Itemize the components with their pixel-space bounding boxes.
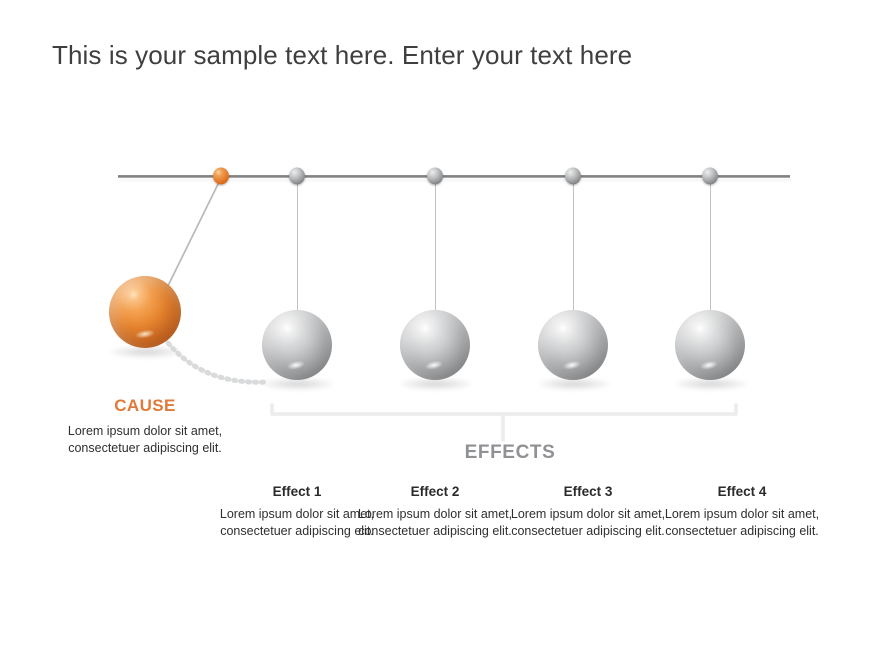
effect-pivot-knob-3 [565, 167, 581, 185]
effect-pivot-knob-4 [702, 167, 718, 185]
effect-body-text-3: Lorem ipsum dolor sit amet, consectetuer… [510, 507, 666, 538]
cause-body-text: Lorem ipsum dolor sit amet, consectetuer… [67, 424, 223, 455]
effect-body-text-2: Lorem ipsum dolor sit amet, consectetuer… [357, 507, 513, 538]
effects-bracket [270, 403, 738, 442]
effect-text-block-4: Effect 4 Lorem ipsum dolor sit amet, con… [660, 484, 824, 540]
effect-string-3 [572, 176, 574, 314]
effect-text-block-3: Effect 3 Lorem ipsum dolor sit amet, con… [506, 484, 670, 540]
cause-ball [109, 276, 181, 348]
page-title: This is your sample text here. Enter you… [52, 40, 633, 70]
effect-label-4: Effect 4 [717, 484, 767, 499]
effect-label-3: Effect 3 [563, 484, 613, 499]
effect-pivot-knob-1 [289, 167, 305, 185]
effect-ball-3 [538, 310, 608, 380]
effect-label-2: Effect 2 [410, 484, 460, 499]
effect-string-1 [296, 176, 298, 314]
cause-text-block: CAUSE Lorem ipsum dolor sit amet, consec… [64, 396, 226, 457]
effect-pivot-knob-2 [427, 167, 443, 185]
effect-text-block-2: Effect 2 Lorem ipsum dolor sit amet, con… [353, 484, 517, 540]
effect-string-4 [709, 176, 711, 314]
cause-pivot-knob [213, 167, 229, 185]
effects-group-label: EFFECTS [464, 442, 556, 463]
effect-string-2 [434, 176, 436, 314]
cause-label: CAUSE [114, 396, 176, 415]
effect-ball-4 [675, 310, 745, 380]
effect-body-text-4: Lorem ipsum dolor sit amet, consectetuer… [664, 507, 820, 538]
effect-ball-1 [262, 310, 332, 380]
slide-canvas: This is your sample text here. Enter you… [0, 0, 870, 653]
effect-ball-2 [400, 310, 470, 380]
